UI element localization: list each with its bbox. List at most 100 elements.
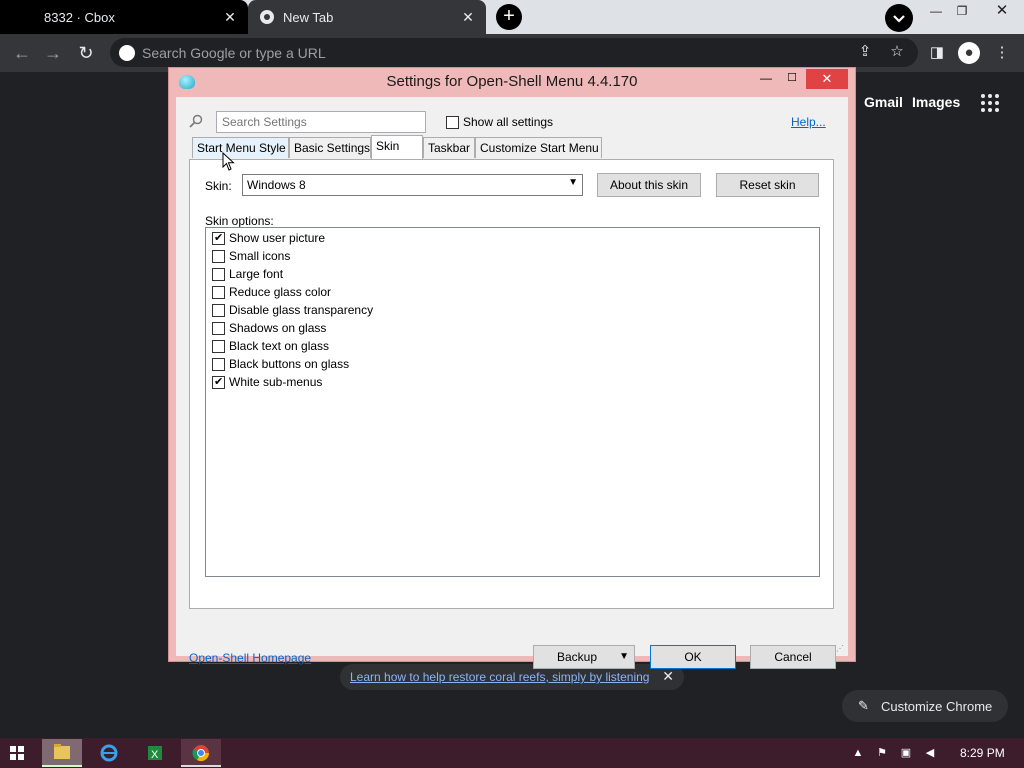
resize-grip-icon[interactable]: ⋰ [836, 644, 846, 654]
share-icon[interactable]: ⇪ [854, 41, 876, 63]
chrome-icon [260, 10, 274, 24]
help-link[interactable]: Help... [791, 115, 826, 129]
forward-arrow-icon[interactable]: → [40, 40, 66, 66]
tab-search-button[interactable] [885, 4, 913, 32]
mouse-cursor-icon [222, 152, 235, 171]
tab-customize-start-menu[interactable]: Customize Start Menu [475, 137, 602, 158]
checkbox[interactable] [212, 231, 225, 245]
tray-overflow-icon[interactable]: ▲ [851, 746, 865, 760]
checkbox[interactable] [212, 285, 225, 299]
close-icon[interactable]: ✕ [222, 9, 238, 25]
dialog-minimize-button[interactable]: — [753, 71, 779, 89]
chevron-down-icon [893, 15, 905, 23]
apps-grid-icon[interactable] [981, 94, 999, 112]
settings-dialog: Settings for Open-Shell Menu 4.4.170 — ☐… [168, 67, 856, 669]
checkbox[interactable] [212, 357, 225, 371]
ok-button[interactable]: OK [650, 645, 736, 669]
tab-skin[interactable]: Skin [371, 135, 423, 159]
volume-muted-icon[interactable]: ◀ [923, 746, 937, 760]
tab-start-menu-style[interactable]: Start Menu Style [192, 137, 289, 158]
about-skin-button[interactable]: About this skin [597, 173, 701, 197]
option-reduce-glass-color[interactable]: Reduce glass color [212, 284, 331, 300]
side-panel-icon[interactable]: ◨ [926, 42, 948, 64]
chrome-taskbar-icon[interactable] [181, 739, 221, 767]
checkbox[interactable] [212, 321, 225, 335]
images-link[interactable]: Images [912, 94, 960, 110]
option-label: Show user picture [229, 231, 326, 245]
skin-label: Skin: [205, 179, 232, 193]
dialog-client-area: Show all settings Help... Start Menu Sty… [176, 97, 848, 669]
show-all-settings-checkbox[interactable]: Show all settings [446, 115, 553, 129]
tab-basic-settings[interactable]: Basic Settings [289, 137, 371, 158]
checkbox[interactable] [212, 249, 225, 263]
open-shell-homepage-link[interactable]: Open-Shell Homepage [189, 651, 311, 665]
dialog-close-button[interactable]: ✕ [806, 69, 848, 89]
tab-title: 8332 · Cbox [44, 9, 115, 25]
dropdown-arrow-icon: ▼ [619, 651, 629, 662]
show-all-settings-label: Show all settings [463, 115, 554, 129]
restore-button[interactable]: ❐ [949, 2, 975, 22]
option-shadows-on-glass[interactable]: Shadows on glass [212, 320, 326, 336]
customize-chrome-label: Customize Chrome [881, 699, 993, 714]
reset-skin-button[interactable]: Reset skin [716, 173, 819, 197]
checkbox[interactable] [212, 339, 225, 353]
minimize-button[interactable]: — [923, 2, 949, 22]
file-explorer-taskbar-icon[interactable] [42, 739, 82, 767]
customize-chrome-button[interactable]: ✎ Customize Chrome [842, 690, 1008, 722]
option-black-buttons-on-glass[interactable]: Black buttons on glass [212, 356, 349, 372]
new-tab-button[interactable]: + [496, 4, 522, 30]
taskbar-clock[interactable]: 8:29 PM [960, 746, 1005, 760]
skin-panel: Skin: Windows 8 ▼ About this skin Reset … [189, 159, 834, 609]
tab-cbox[interactable]: 8332 · Cbox ✕ [0, 0, 248, 34]
checkbox[interactable] [212, 375, 225, 389]
pencil-icon: ✎ [858, 698, 869, 713]
flag-icon[interactable]: ⚑ [875, 746, 889, 760]
menu-kebab-icon[interactable]: ⋮ [991, 42, 1013, 64]
promo-link[interactable]: Learn how to help restore coral reefs, s… [350, 670, 649, 684]
option-large-font[interactable]: Large font [212, 266, 283, 282]
backup-label: Backup [556, 650, 598, 664]
back-arrow-icon[interactable]: ← [9, 40, 35, 66]
option-label: Large font [229, 267, 284, 281]
search-settings-field[interactable] [216, 111, 426, 133]
option-label: Shadows on glass [229, 321, 327, 335]
checkbox[interactable] [446, 115, 459, 129]
option-label: White sub-menus [229, 375, 323, 389]
tab-new-tab[interactable]: New Tab ✕ [248, 0, 486, 34]
option-small-icons[interactable]: Small icons [212, 248, 290, 264]
option-show-user-picture[interactable]: Show user picture [212, 230, 325, 246]
search-settings-input[interactable] [217, 112, 425, 132]
gmail-link[interactable]: Gmail [864, 94, 903, 110]
reload-icon[interactable]: ↻ [73, 40, 99, 66]
option-black-text-on-glass[interactable]: Black text on glass [212, 338, 329, 354]
google-icon [119, 45, 135, 61]
skin-options-list: Show user picture Small icons Large font… [205, 227, 820, 577]
browser-tab-strip: 8332 · Cbox ✕ New Tab ✕ + — ❐ ✕ [0, 0, 1024, 34]
close-icon[interactable]: ✕ [460, 9, 476, 25]
skin-options-label: Skin options: [205, 214, 274, 228]
omnibox-input[interactable]: Search Google or type a URL [142, 45, 326, 61]
tab-taskbar[interactable]: Taskbar [423, 137, 475, 158]
omnibox[interactable]: Search Google or type a URL ⇪ ☆ [110, 38, 918, 67]
skin-dropdown[interactable]: Windows 8 ▼ [242, 174, 583, 196]
excel-taskbar-icon[interactable]: X [135, 739, 175, 767]
windows-start-icon[interactable] [10, 746, 24, 760]
bookmark-star-icon[interactable]: ☆ [886, 41, 908, 63]
option-white-sub-menus[interactable]: White sub-menus [212, 374, 322, 390]
cancel-button[interactable]: Cancel [750, 645, 836, 669]
option-label: Disable glass transparency [229, 303, 374, 317]
option-label: Black buttons on glass [229, 357, 350, 371]
chevron-down-icon: ▼ [568, 177, 578, 188]
profile-avatar-icon[interactable]: ● [958, 42, 980, 64]
internet-explorer-taskbar-icon[interactable] [89, 739, 129, 767]
backup-button[interactable]: Backup ▼ [533, 645, 635, 669]
network-icon[interactable]: ▣ [899, 746, 913, 760]
checkbox[interactable] [212, 267, 225, 281]
option-disable-glass-transparency[interactable]: Disable glass transparency [212, 302, 373, 318]
option-label: Small icons [229, 249, 291, 263]
close-icon[interactable]: ✕ [662, 668, 674, 685]
checkbox[interactable] [212, 303, 225, 317]
tab-title: New Tab [283, 9, 334, 25]
dialog-maximize-button[interactable]: ☐ [779, 71, 805, 89]
window-close-button[interactable]: ✕ [989, 2, 1015, 22]
